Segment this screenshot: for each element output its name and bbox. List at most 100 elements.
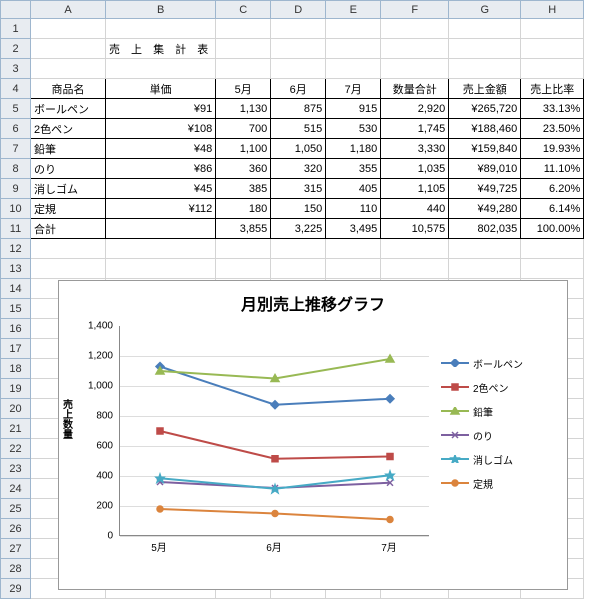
row-header-1[interactable]: 1 (1, 19, 31, 39)
cell-F1[interactable] (381, 19, 449, 39)
row-header-28[interactable]: 28 (1, 559, 31, 579)
cell-G9[interactable]: ¥49,725 (449, 179, 521, 199)
row-header-5[interactable]: 5 (1, 99, 31, 119)
cell-F5[interactable]: 2,920 (381, 99, 449, 119)
row-header-3[interactable]: 3 (1, 59, 31, 79)
cell-H9[interactable]: 6.20% (521, 179, 584, 199)
row-header-6[interactable]: 6 (1, 119, 31, 139)
col-header-H[interactable]: H (521, 1, 584, 19)
cell-A9[interactable]: 消しゴム (31, 179, 106, 199)
row-header-15[interactable]: 15 (1, 299, 31, 319)
row-header-18[interactable]: 18 (1, 359, 31, 379)
cell-E8[interactable]: 355 (326, 159, 381, 179)
row-header-9[interactable]: 9 (1, 179, 31, 199)
cell-G7[interactable]: ¥159,840 (449, 139, 521, 159)
cell-C8[interactable]: 360 (216, 159, 271, 179)
cell-D8[interactable]: 320 (271, 159, 326, 179)
cell-G5[interactable]: ¥265,720 (449, 99, 521, 119)
cell-E7[interactable]: 1,180 (326, 139, 381, 159)
cell-A6[interactable]: 2色ペン (31, 119, 106, 139)
cell-E9[interactable]: 405 (326, 179, 381, 199)
col-header-E[interactable]: E (326, 1, 381, 19)
cell-B9[interactable]: ¥45 (106, 179, 216, 199)
row-header-21[interactable]: 21 (1, 419, 31, 439)
cell-A3[interactable] (31, 59, 106, 79)
row-header-12[interactable]: 12 (1, 239, 31, 259)
cell-A13[interactable] (31, 259, 106, 279)
cell-D7[interactable]: 1,050 (271, 139, 326, 159)
cell-D11[interactable]: 3,225 (271, 219, 326, 239)
cell-D1[interactable] (271, 19, 326, 39)
cell-E1[interactable] (326, 19, 381, 39)
cell-D5[interactable]: 875 (271, 99, 326, 119)
cell-B5[interactable]: ¥91 (106, 99, 216, 119)
cell-C10[interactable]: 180 (216, 199, 271, 219)
cell-G13[interactable] (449, 259, 521, 279)
cell-H12[interactable] (521, 239, 584, 259)
cell-B8[interactable]: ¥86 (106, 159, 216, 179)
cell-G10[interactable]: ¥49,280 (449, 199, 521, 219)
row-header-23[interactable]: 23 (1, 459, 31, 479)
col-header-A[interactable]: A (31, 1, 106, 19)
cell-H1[interactable] (521, 19, 584, 39)
col-header-D[interactable]: D (271, 1, 326, 19)
cell-E11[interactable]: 3,495 (326, 219, 381, 239)
cell-G4[interactable]: 売上金額 (449, 79, 521, 99)
cell-G3[interactable] (449, 59, 521, 79)
cell-A12[interactable] (31, 239, 106, 259)
cell-E2[interactable] (326, 39, 381, 59)
cell-C2[interactable] (216, 39, 271, 59)
cell-D2[interactable] (271, 39, 326, 59)
cell-E10[interactable]: 110 (326, 199, 381, 219)
cell-F11[interactable]: 10,575 (381, 219, 449, 239)
cell-F8[interactable]: 1,035 (381, 159, 449, 179)
cell-A4[interactable]: 商品名 (31, 79, 106, 99)
col-header-G[interactable]: G (449, 1, 521, 19)
cell-D6[interactable]: 515 (271, 119, 326, 139)
row-header-10[interactable]: 10 (1, 199, 31, 219)
row-header-7[interactable]: 7 (1, 139, 31, 159)
cell-E12[interactable] (326, 239, 381, 259)
row-header-29[interactable]: 29 (1, 579, 31, 599)
cell-F7[interactable]: 3,330 (381, 139, 449, 159)
cell-H10[interactable]: 6.14% (521, 199, 584, 219)
row-header-26[interactable]: 26 (1, 519, 31, 539)
cell-B10[interactable]: ¥112 (106, 199, 216, 219)
cell-C3[interactable] (216, 59, 271, 79)
cell-B6[interactable]: ¥108 (106, 119, 216, 139)
row-header-14[interactable]: 14 (1, 279, 31, 299)
row-header-20[interactable]: 20 (1, 399, 31, 419)
cell-H6[interactable]: 23.50% (521, 119, 584, 139)
cell-B11[interactable] (106, 219, 216, 239)
cell-B13[interactable] (106, 259, 216, 279)
cell-C4[interactable]: 5月 (216, 79, 271, 99)
row-header-11[interactable]: 11 (1, 219, 31, 239)
row-header-2[interactable]: 2 (1, 39, 31, 59)
cell-B2[interactable]: 売 上 集 計 表 (106, 39, 216, 59)
cell-A2[interactable] (31, 39, 106, 59)
cell-G12[interactable] (449, 239, 521, 259)
cell-C13[interactable] (216, 259, 271, 279)
cell-E5[interactable]: 915 (326, 99, 381, 119)
cell-F2[interactable] (381, 39, 449, 59)
row-header-17[interactable]: 17 (1, 339, 31, 359)
cell-D3[interactable] (271, 59, 326, 79)
cell-H7[interactable]: 19.93% (521, 139, 584, 159)
cell-E4[interactable]: 7月 (326, 79, 381, 99)
cell-H11[interactable]: 100.00% (521, 219, 584, 239)
cell-G11[interactable]: 802,035 (449, 219, 521, 239)
cell-A7[interactable]: 鉛筆 (31, 139, 106, 159)
cell-F10[interactable]: 440 (381, 199, 449, 219)
cell-C7[interactable]: 1,100 (216, 139, 271, 159)
cell-H4[interactable]: 売上比率 (521, 79, 584, 99)
cell-F6[interactable]: 1,745 (381, 119, 449, 139)
cell-C5[interactable]: 1,130 (216, 99, 271, 119)
cell-H2[interactable] (521, 39, 584, 59)
col-header-F[interactable]: F (381, 1, 449, 19)
cell-B3[interactable] (106, 59, 216, 79)
row-header-19[interactable]: 19 (1, 379, 31, 399)
cell-D9[interactable]: 315 (271, 179, 326, 199)
row-header-4[interactable]: 4 (1, 79, 31, 99)
cell-E6[interactable]: 530 (326, 119, 381, 139)
cell-B1[interactable] (106, 19, 216, 39)
